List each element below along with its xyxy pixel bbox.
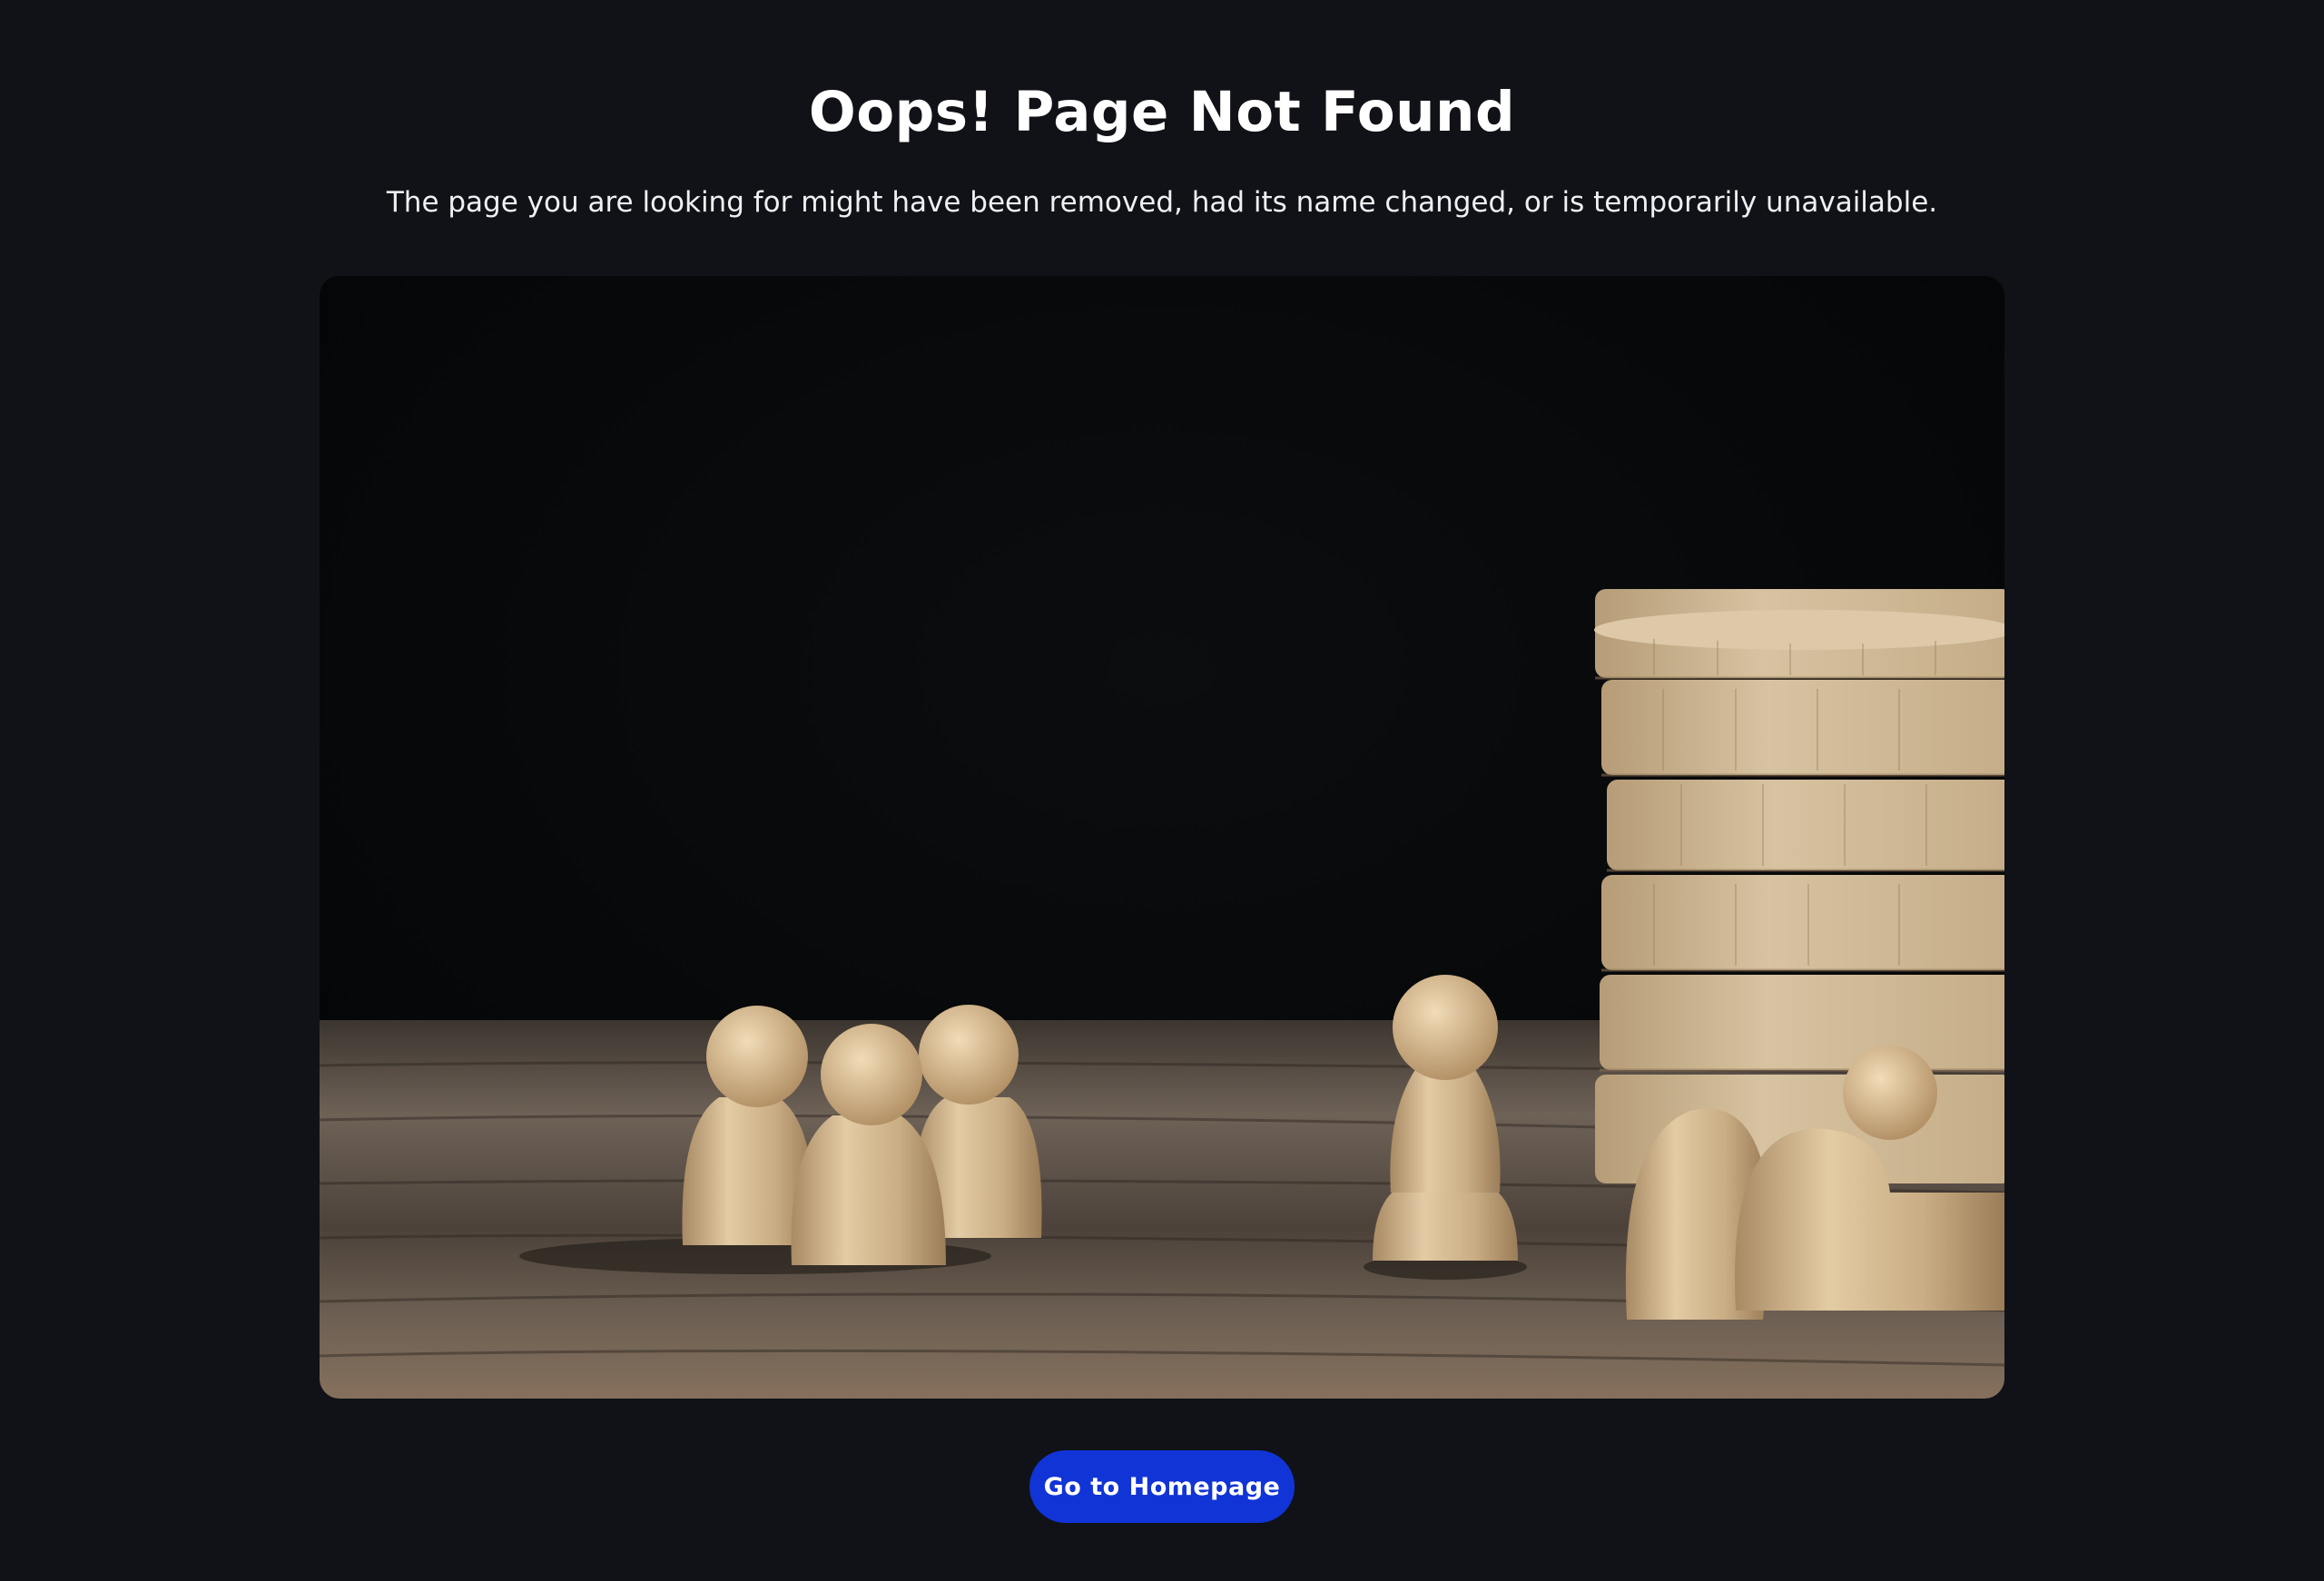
coin-stack bbox=[1594, 589, 2004, 1183]
not-found-page: Oops! Page Not Found The page you are lo… bbox=[0, 0, 2324, 1581]
go-to-homepage-button[interactable]: Go to Homepage bbox=[1029, 1450, 1295, 1523]
error-message: The page you are looking for might have … bbox=[386, 186, 1938, 219]
page-title: Oops! Page Not Found bbox=[808, 80, 1516, 144]
hero-image bbox=[320, 276, 2004, 1399]
